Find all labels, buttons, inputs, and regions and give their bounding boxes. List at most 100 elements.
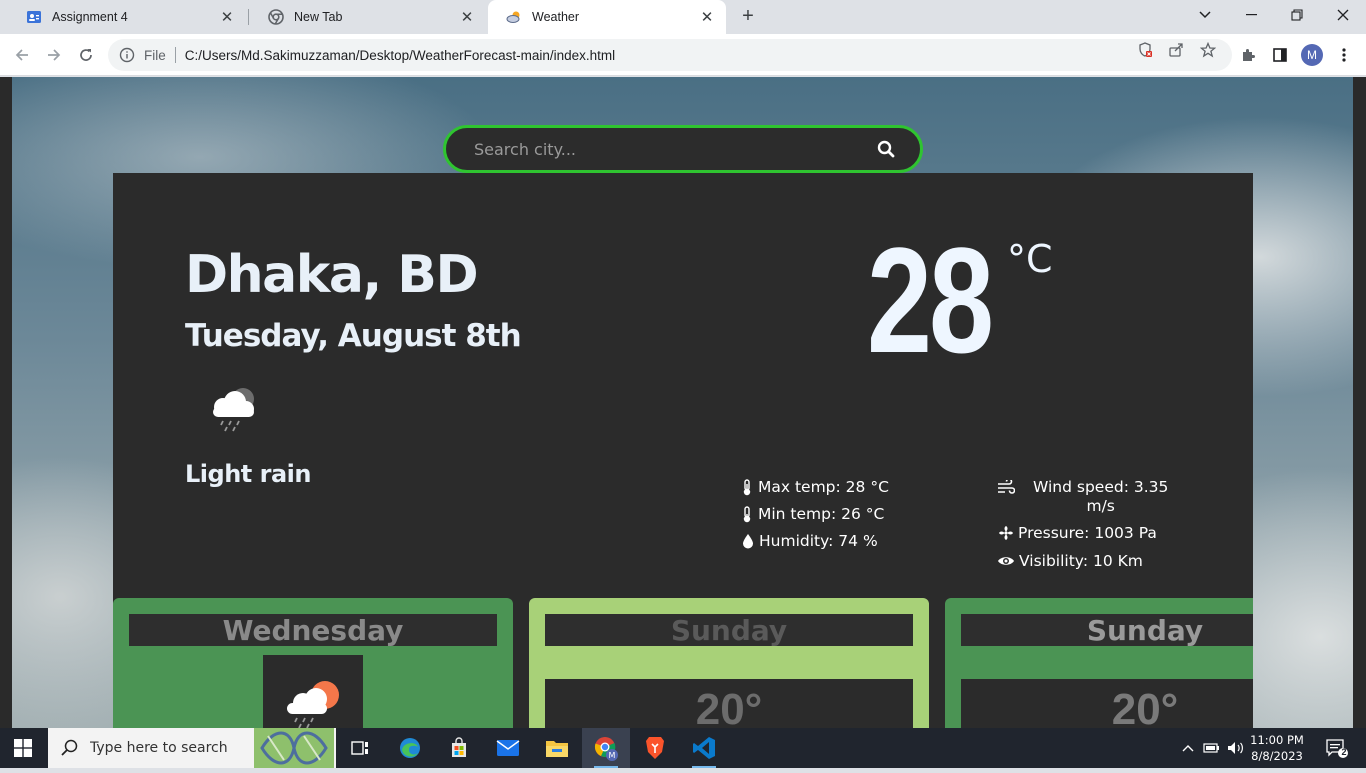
chrome-icon [268,9,284,25]
mail-icon[interactable] [484,728,532,768]
forecast-day: Sunday [961,614,1253,647]
page-edge-right [1353,77,1366,728]
chrome-taskbar-icon[interactable]: M [582,728,630,768]
svg-text:M: M [609,751,616,760]
visibility-text: Visibility: 10 Km [1019,552,1143,570]
tab-title: Assignment 4 [52,10,128,24]
min-temp-stat: Min temp: 26 °C [740,505,884,523]
reload-icon[interactable] [74,43,98,67]
eye-icon [997,552,1015,570]
pressure-stat: Pressure: 1003 Pa [997,524,1157,542]
address-bar[interactable]: File C:/Users/Md.Sakimuzzaman/Desktop/We… [108,39,1232,71]
file-explorer-icon[interactable] [533,728,581,768]
forecast-icon-box [263,655,363,728]
profile-avatar[interactable]: M [1301,44,1323,66]
close-tab-icon[interactable]: ✕ [458,8,476,26]
wind-speed-text: Wind speed: 3.35 m/s [1033,478,1168,516]
brave-browser-icon[interactable] [631,728,679,768]
thermometer-icon [740,478,754,496]
clock-time: 11:00 PM [1250,733,1304,747]
menu-kebab-icon[interactable] [1334,45,1354,65]
edge-browser-icon[interactable] [386,728,434,768]
side-panel-icon[interactable] [1270,45,1290,65]
notifications-icon[interactable]: 2 [1320,728,1354,768]
forecast-temp-box: 20° [545,679,913,728]
microsoft-store-icon[interactable] [435,728,483,768]
search-icon[interactable] [876,139,896,159]
min-temp-text: Min temp: 26 °C [758,505,885,523]
visibility-stat: Visibility: 10 Km [997,552,1143,570]
rain-cloud-icon [205,383,263,433]
info-icon[interactable] [118,46,136,64]
forecast-day: Sunday [545,614,913,647]
share-icon[interactable] [1168,42,1184,58]
humidity-text: Humidity: 74 % [759,532,878,550]
wind-speed-unit: m/s [1086,497,1115,515]
close-tab-icon[interactable]: ✕ [218,8,236,26]
close-window-button[interactable] [1320,0,1366,30]
weather-condition: Light rain [185,460,311,488]
clock-date: 8/8/2023 [1251,749,1303,763]
system-clock[interactable]: 11:00 PM 8/8/2023 [1244,732,1310,764]
minimize-button[interactable] [1228,0,1274,30]
search-icon [60,738,80,758]
forecast-temp: 20° [695,685,763,728]
url-text: C:/Users/Md.Sakimuzzaman/Desktop/Weather… [184,47,616,63]
page-viewport: Dhaka, BD Tuesday, August 8th Light rain… [0,77,1366,728]
max-temp-text: Max temp: 28 °C [758,478,889,496]
forecast-day: Wednesday [129,614,497,647]
browser-toolbar: File C:/Users/Md.Sakimuzzaman/Desktop/We… [0,34,1366,76]
tab-assignment-4[interactable]: Assignment 4 ✕ [8,0,246,34]
forecast-temp-box: 20° [961,679,1253,728]
person-doc-icon [26,9,42,25]
city-search-input[interactable] [474,139,854,159]
tab-search-chevron-icon[interactable] [1182,0,1228,30]
chevron-up-icon[interactable] [1178,728,1198,768]
search-highlight-image [254,728,334,768]
city-name: Dhaka, BD [185,245,479,305]
forecast-temp: 20° [1111,685,1179,728]
omnibox-divider [174,47,176,63]
forward-arrow-icon[interactable] [42,43,66,67]
blocked-content-icon[interactable] [1137,42,1153,58]
fan-icon [997,524,1014,542]
browser-tabstrip: Assignment 4 ✕ New Tab ✕ Weather ✕ + [0,0,1366,34]
city-search-bar [443,125,923,173]
notification-count: 2 [1341,747,1347,757]
weather-cloud-icon [506,9,522,25]
forecast-card: Sunday 20° [529,598,929,728]
thermometer-icon [740,505,754,523]
volume-icon[interactable] [1226,728,1246,768]
new-tab-button[interactable]: + [737,5,759,27]
max-temp-stat: Max temp: 28 °C [740,478,889,496]
pressure-text: Pressure: 1003 Pa [1018,524,1157,542]
forecast-card: Wednesday [113,598,513,728]
wind-speed-value: Wind speed: 3.35 [1033,478,1169,496]
tab-title: New Tab [294,10,343,24]
url-scheme: File [144,47,166,63]
extensions-puzzle-icon[interactable] [1238,45,1258,65]
forecast-card: Sunday 20° [945,598,1253,728]
tab-weather[interactable]: Weather ✕ [488,0,726,34]
tab-title: Weather [532,10,580,24]
vscode-icon[interactable] [680,728,728,768]
close-tab-icon[interactable]: ✕ [698,8,716,26]
page-edge-left [0,77,12,728]
sun-rain-cloud-icon [287,681,339,728]
tab-new-tab[interactable]: New Tab ✕ [250,0,486,34]
humidity-stat: Humidity: 74 % [741,532,878,550]
windows-taskbar: M 11:00 PM 8/8/2023 2 [0,728,1366,768]
taskbar-search-box[interactable] [48,728,336,768]
tab-divider [248,9,249,25]
back-arrow-icon[interactable] [10,43,34,67]
restore-button[interactable] [1274,0,1320,30]
droplet-icon [741,532,755,550]
taskbar-search-input[interactable] [90,740,250,756]
task-view-icon[interactable] [336,728,384,768]
wind-icon [997,478,1015,496]
windows-start-icon[interactable] [14,739,32,757]
current-date: Tuesday, August 8th [185,318,522,354]
bookmark-star-icon[interactable] [1200,42,1216,58]
current-temperature: 28 [867,216,994,384]
battery-icon[interactable] [1202,728,1222,768]
